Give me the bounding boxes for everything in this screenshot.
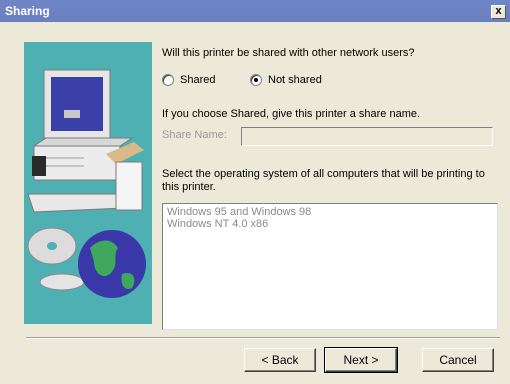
share-question: Will this printer be shared with other n… (162, 47, 415, 59)
share-name-label: Share Name: (162, 129, 227, 141)
share-name-instruction: If you choose Shared, give this printer … (162, 108, 421, 120)
next-button[interactable]: Next > (324, 347, 398, 373)
radio-selected-dot (254, 78, 258, 82)
footer-separator (26, 337, 500, 339)
title-bar: Sharing x (0, 0, 510, 22)
shared-radio[interactable] (162, 74, 174, 86)
not-shared-radio[interactable] (250, 74, 262, 86)
os-list[interactable]: Windows 95 and Windows 98 Windows NT 4.0… (162, 203, 498, 330)
os-item-win9x[interactable]: Windows 95 and Windows 98 (167, 206, 493, 218)
window-title: Sharing (5, 4, 50, 18)
shared-label[interactable]: Shared (180, 74, 215, 86)
back-button[interactable]: < Back (244, 348, 316, 372)
os-item-nt4[interactable]: Windows NT 4.0 x86 (167, 218, 493, 230)
not-shared-label[interactable]: Not shared (268, 74, 322, 86)
wizard-illustration (24, 42, 152, 324)
os-instruction-line2: this printer. (162, 181, 216, 193)
close-button[interactable]: x (491, 5, 506, 19)
os-instruction-line1: Select the operating system of all compu… (162, 168, 485, 180)
share-name-input[interactable] (241, 127, 493, 146)
cancel-button[interactable]: Cancel (422, 348, 494, 372)
computer-globe-icon (27, 69, 146, 298)
